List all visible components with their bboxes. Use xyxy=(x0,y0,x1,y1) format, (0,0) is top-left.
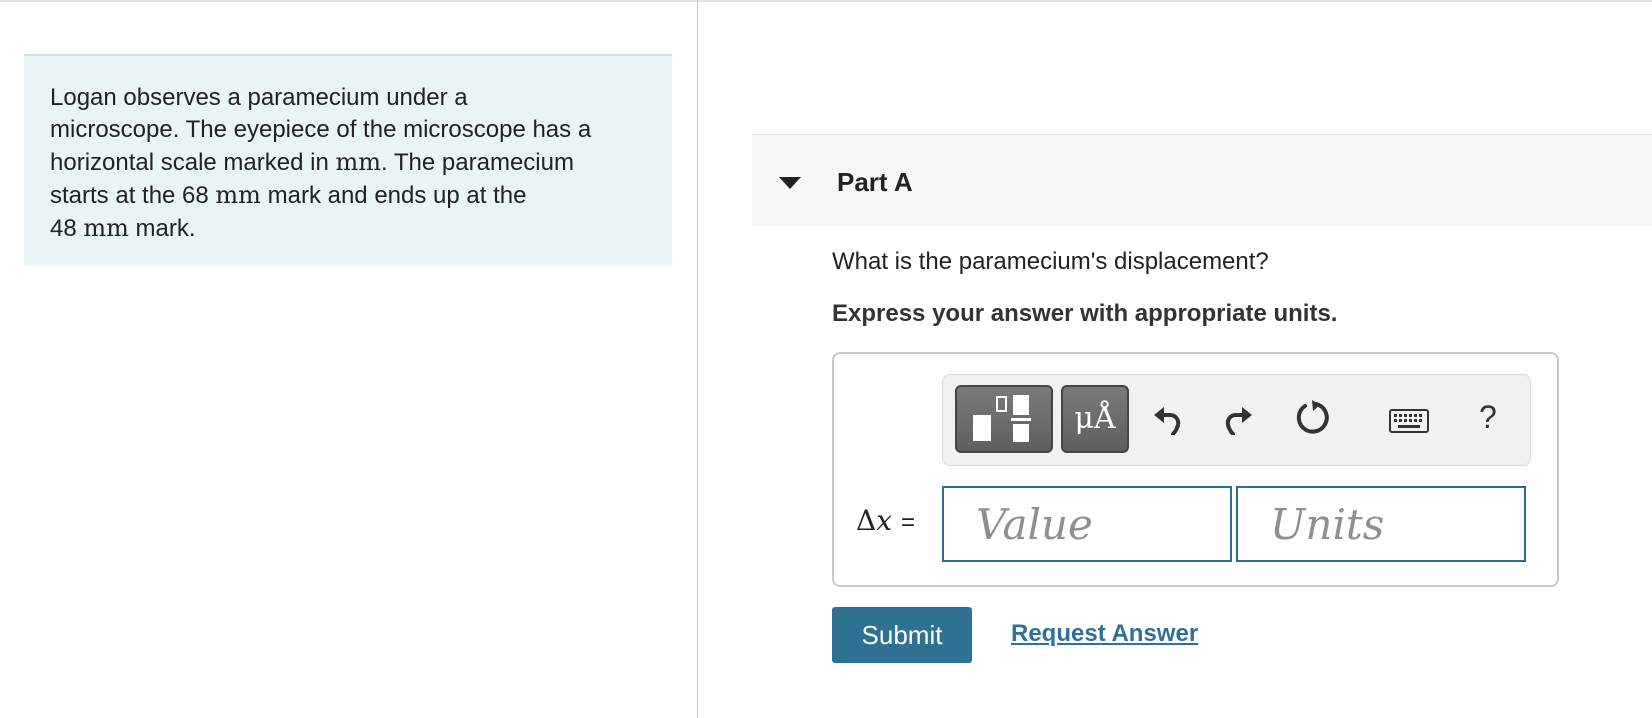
answer-instruction: Express your answer with appropriate uni… xyxy=(832,300,1338,327)
delta-symbol: Δ xyxy=(856,504,877,537)
collapse-caret-icon[interactable] xyxy=(779,177,801,189)
problem-line-5: 48 xyxy=(50,215,84,242)
unit-mm: mm xyxy=(83,214,129,242)
math-toolbar: μÅ ? xyxy=(942,374,1531,466)
problem-line-5-end: mark. xyxy=(128,215,196,242)
request-answer-link[interactable]: Request Answer xyxy=(1011,620,1198,648)
part-header[interactable]: Part A xyxy=(752,134,1652,226)
undo-icon[interactable] xyxy=(1151,401,1185,435)
equals-sign: = xyxy=(900,509,915,536)
submit-button[interactable]: Submit xyxy=(832,607,972,663)
question-text: What is the paramecium's displacement? xyxy=(832,248,1269,275)
variable-x: x xyxy=(876,504,893,537)
problem-line-1: Logan observes a paramecium under a xyxy=(50,84,468,111)
redo-icon[interactable] xyxy=(1221,401,1255,435)
reset-icon[interactable] xyxy=(1293,399,1331,437)
problem-line-3: horizontal scale marked in xyxy=(50,149,336,176)
symbols-button[interactable]: μÅ xyxy=(1061,385,1129,453)
part-title: Part A xyxy=(837,167,913,197)
problem-statement: Logan observes a paramecium under a micr… xyxy=(24,54,672,266)
answer-box: μÅ ? Δx = xyxy=(832,352,1559,587)
top-divider xyxy=(0,0,1652,2)
templates-button[interactable] xyxy=(955,385,1053,453)
problem-line-2: microscope. The eyepiece of the microsco… xyxy=(50,116,592,143)
symbols-label: μÅ xyxy=(1074,401,1116,436)
unit-mm: mm xyxy=(215,181,261,209)
keyboard-icon[interactable] xyxy=(1389,409,1429,433)
unit-mm: mm xyxy=(335,148,381,176)
problem-line-4: starts at the 68 xyxy=(50,182,216,209)
units-input[interactable] xyxy=(1236,486,1526,562)
variable-label: Δx = xyxy=(856,504,915,537)
value-input[interactable] xyxy=(942,486,1232,562)
problem-line-4-end: mark and ends up at the xyxy=(260,182,527,209)
fraction-templates-icon xyxy=(973,395,1031,442)
help-icon[interactable]: ? xyxy=(1479,399,1497,436)
column-divider xyxy=(697,0,698,718)
problem-line-3-end: . The paramecium xyxy=(380,149,574,176)
problem-text: Logan observes a paramecium under a micr… xyxy=(50,82,646,245)
